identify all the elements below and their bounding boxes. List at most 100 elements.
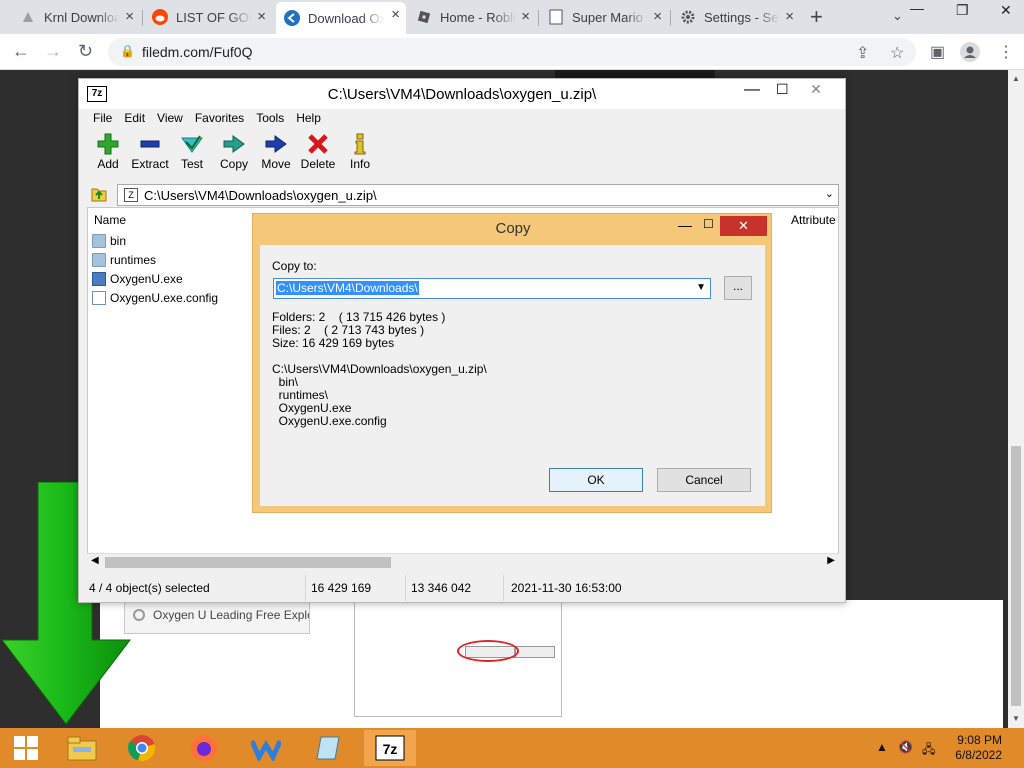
lock-icon[interactable]: 🔒 <box>120 44 135 58</box>
forward-arrow-icon[interactable]: → <box>44 40 62 62</box>
copy-to-label: Copy to: <box>272 259 317 273</box>
dialog-maximize-button[interactable]: ☐ <box>703 217 714 231</box>
move-arrow-icon <box>255 131 297 157</box>
menu-edit[interactable]: Edit <box>118 109 151 129</box>
firefox-taskbar-button[interactable] <box>178 730 230 766</box>
7zip-path-text[interactable]: C:\Users\VM4\Downloads\oxygen_u.zip\ <box>144 188 377 203</box>
menu-help[interactable]: Help <box>290 109 327 129</box>
chevron-down-icon[interactable]: ▼ <box>696 282 706 293</box>
destination-combobox[interactable]: C:\Users\VM4\Downloads\ ▼ <box>273 278 711 299</box>
horizontal-scrollbar[interactable]: ◀ ▶ <box>87 553 839 570</box>
chrome-taskbar-button[interactable] <box>116 730 168 766</box>
scroll-up-arrow-icon[interactable]: ▲ <box>1012 74 1020 83</box>
browse-button[interactable]: ... <box>724 276 752 300</box>
maximize-button[interactable]: ☐ <box>776 81 789 98</box>
close-tab-icon[interactable]: × <box>521 9 530 25</box>
tab-search-chevron-icon[interactable]: ⌄ <box>892 8 903 24</box>
tab-list-of-good[interactable]: LIST OF GOOD × <box>144 4 272 30</box>
windows-taskbar: 7z ▲ 🔇 🖧 9:08 PM 6/8/2022 <box>0 728 1024 768</box>
tab-download-oxygen[interactable]: Download Oxygen × <box>276 2 406 34</box>
share-icon[interactable]: ⇪ <box>856 43 869 63</box>
file-explorer-taskbar-button[interactable] <box>56 730 108 766</box>
folder-up-icon[interactable] <box>91 186 107 202</box>
menu-tools[interactable]: Tools <box>250 109 290 129</box>
close-button[interactable]: ✕ <box>793 81 839 101</box>
tab-settings[interactable]: Settings - Security × <box>672 4 800 30</box>
status-modified: 2021-11-30 16:53:00 <box>511 581 622 595</box>
scroll-left-arrow-icon[interactable]: ◀ <box>91 555 99 566</box>
column-header-name[interactable]: Name <box>94 213 126 227</box>
address-bar[interactable]: 🔒 filedm.com/Fuf0Q ⇪ ☆ <box>108 38 916 66</box>
status-packed-size: 13 346 042 <box>411 581 472 595</box>
copy-dialog-body: Copy to: C:\Users\VM4\Downloads\ ▼ ... F… <box>260 245 765 506</box>
close-tab-icon[interactable]: × <box>257 9 266 25</box>
menu-favorites[interactable]: Favorites <box>189 109 250 129</box>
list-item[interactable]: bin <box>92 231 126 250</box>
test-button[interactable]: Test <box>171 131 213 181</box>
info-button[interactable]: Info <box>339 131 381 181</box>
ok-button[interactable]: OK <box>549 468 643 492</box>
scrollbar-thumb[interactable] <box>1011 446 1021 706</box>
url-text[interactable]: filedm.com/Fuf0Q <box>142 44 252 60</box>
tab-title: Home - Roblox <box>440 9 516 25</box>
profile-avatar-icon[interactable] <box>960 42 980 67</box>
volume-muted-icon[interactable]: 🔇 <box>898 740 913 754</box>
folder-icon <box>92 233 106 248</box>
bookmark-star-icon[interactable]: ☆ <box>890 43 904 63</box>
start-button[interactable] <box>0 730 52 766</box>
minimize-window-button[interactable]: — <box>910 0 924 16</box>
delete-button[interactable]: Delete <box>297 131 339 181</box>
reload-icon[interactable]: ↻ <box>78 40 93 62</box>
tab-roblox[interactable]: Home - Roblox × <box>408 4 536 30</box>
7zip-icon: 7z <box>375 735 405 761</box>
notepad-taskbar-button[interactable] <box>302 730 354 766</box>
clock[interactable]: 9:08 PM 6/8/2022 <box>948 733 1002 763</box>
list-item[interactable]: OxygenU.exe <box>92 269 183 288</box>
list-item[interactable]: runtimes <box>92 250 156 269</box>
clock-time: 9:08 PM <box>957 733 1002 747</box>
side-panel-icon[interactable]: ▣ <box>930 42 945 62</box>
column-header-attributes[interactable]: Attribute <box>791 213 836 227</box>
copy-summary-text: Folders: 2 ( 13 715 426 bytes ) Files: 2… <box>272 310 487 428</box>
close-window-button[interactable]: ✕ <box>1000 2 1012 19</box>
oxygen-download-button[interactable]: Oxygen U Leading Free Exploit <box>124 598 310 634</box>
tab-krnl[interactable]: Krnl Download × <box>12 4 140 30</box>
new-tab-button[interactable]: + <box>810 6 823 28</box>
browser-tabstrip: Krnl Download × LIST OF GOOD × Download … <box>0 0 1024 34</box>
add-button[interactable]: Add <box>87 131 129 181</box>
menu-view[interactable]: View <box>151 109 189 129</box>
copy-dialog: Copy — ☐ ✕ Copy to: C:\Users\VM4\Downloa… <box>252 213 772 513</box>
app-taskbar-button[interactable] <box>240 730 292 766</box>
menu-file[interactable]: File <box>87 109 118 129</box>
scroll-down-arrow-icon[interactable]: ▼ <box>1012 714 1020 723</box>
move-label: Move <box>261 157 291 171</box>
page-scrollbar[interactable]: ▲ ▼ <box>1008 70 1024 728</box>
close-tab-icon[interactable]: × <box>391 7 400 23</box>
horizontal-scroll-thumb[interactable] <box>105 557 391 568</box>
copy-button[interactable]: Copy <box>213 131 255 181</box>
chrome-menu-icon[interactable]: ⋮ <box>998 42 1014 62</box>
chevron-down-icon[interactable]: ⌄ <box>825 187 834 200</box>
tab-super-mario[interactable]: Super Mario × <box>540 4 668 30</box>
dialog-minimize-button[interactable]: — <box>678 217 692 233</box>
network-disconnected-icon[interactable]: 🖧 <box>922 740 935 761</box>
scroll-right-arrow-icon[interactable]: ▶ <box>827 555 835 566</box>
7zip-path-combobox[interactable]: Z C:\Users\VM4\Downloads\oxygen_u.zip\ ⌄ <box>117 184 839 206</box>
destination-path[interactable]: C:\Users\VM4\Downloads\ <box>276 281 419 295</box>
restore-window-button[interactable]: ❐ <box>956 2 969 19</box>
close-tab-icon[interactable]: × <box>653 9 662 25</box>
svg-text:7z: 7z <box>383 741 398 757</box>
tab-title: LIST OF GOOD <box>176 9 252 25</box>
close-tab-icon[interactable]: × <box>125 9 134 25</box>
dialog-close-button[interactable]: ✕ <box>720 216 767 236</box>
list-item[interactable]: OxygenU.exe.config <box>92 288 218 307</box>
extract-button[interactable]: Extract <box>129 131 171 181</box>
close-tab-icon[interactable]: × <box>785 9 794 25</box>
show-hidden-icons-chevron-icon[interactable]: ▲ <box>876 740 888 754</box>
minimize-button[interactable]: — <box>744 81 760 99</box>
7zip-taskbar-button[interactable]: 7z <box>364 730 416 766</box>
cancel-button[interactable]: Cancel <box>657 468 751 492</box>
back-arrow-icon[interactable]: ← <box>12 40 30 62</box>
move-button[interactable]: Move <box>255 131 297 181</box>
run-prompt-screenshot-image <box>354 597 562 717</box>
